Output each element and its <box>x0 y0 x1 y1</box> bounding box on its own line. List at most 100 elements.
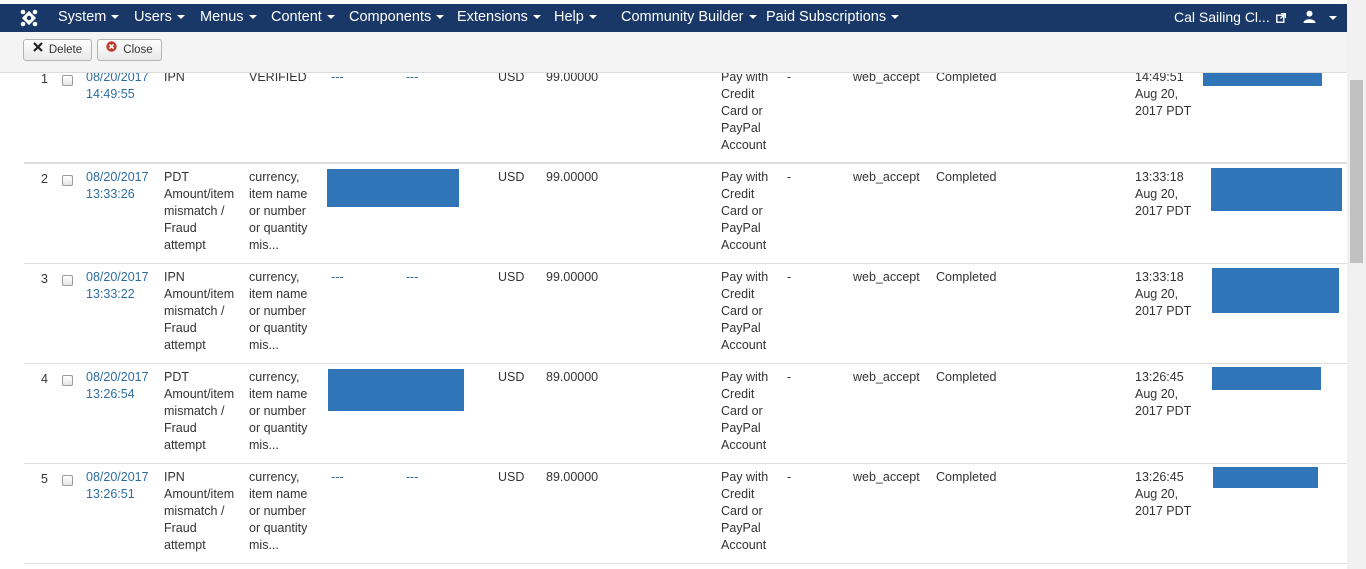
chevron-down-icon <box>111 15 120 20</box>
payment-line: PayPal <box>721 321 761 335</box>
row-message: currency, item name or number or quantit… <box>249 369 324 454</box>
date-line: 08/20/2017 <box>86 370 149 384</box>
type-line: PDT <box>164 370 189 384</box>
payer-email-link[interactable]: --- <box>406 469 419 486</box>
menu-system-label: System <box>58 9 107 25</box>
time-line: Aug 20, <box>1135 187 1179 201</box>
delete-button[interactable]: Delete <box>23 39 92 61</box>
payment-line: Credit <box>721 287 755 301</box>
time-line: Aug 20, <box>1135 487 1179 501</box>
redacted-block <box>1211 168 1342 211</box>
delete-x-icon <box>33 39 43 59</box>
type-line: IPN <box>164 470 185 484</box>
menu-components[interactable]: Components <box>349 4 445 32</box>
time-line: 2017 PDT <box>1135 504 1192 518</box>
row-status: Completed <box>936 470 997 484</box>
time-line: 13:33:26 <box>86 187 135 201</box>
message-line: mis... <box>249 438 279 452</box>
user-menu-chevron-down-icon[interactable] <box>1329 16 1337 20</box>
main-menu-bar: System Users Menus Content Components Ex… <box>0 4 1347 32</box>
row-payment-time: 13:33:18 Aug 20, 2017 PDT <box>1135 269 1191 320</box>
payer-email-link[interactable]: --- <box>406 269 419 286</box>
menu-users-label: Users <box>134 9 172 25</box>
menu-content[interactable]: Content <box>271 4 335 32</box>
row-date-link[interactable]: 08/20/2017 13:33:22 <box>86 269 149 303</box>
time-line: 13:26:54 <box>86 387 135 401</box>
row-payment-method: Pay with Credit Card or PayPal Account <box>721 469 781 554</box>
site-link[interactable]: Cal Sailing Cl... <box>1174 4 1286 32</box>
type-line: attempt <box>164 438 206 452</box>
menu-paid-subscriptions[interactable]: Paid Subscriptions <box>766 4 900 32</box>
chevron-down-icon <box>891 15 900 20</box>
payer-name-link[interactable]: --- <box>331 269 344 286</box>
joomla-logo-icon[interactable] <box>20 9 40 27</box>
row-checkbox[interactable] <box>62 475 73 486</box>
toolbar: Delete Close <box>0 32 1347 73</box>
row-status: Completed <box>936 170 997 184</box>
payment-log-table: 1 08/20/2017 14:49:55 IPN VERIFIED --- -… <box>0 73 1347 569</box>
date-line: 08/20/2017 <box>86 270 149 284</box>
payment-line: Pay with <box>721 170 769 184</box>
close-button[interactable]: Close <box>97 39 162 61</box>
menu-paid-subscriptions-label: Paid Subscriptions <box>766 9 887 25</box>
row-message: currency, item name or number or quantit… <box>249 269 324 354</box>
menu-extensions[interactable]: Extensions <box>457 4 541 32</box>
row-number: 2 <box>41 172 48 186</box>
time-line: 13:26:45 <box>1135 370 1184 384</box>
chevron-down-icon <box>248 15 257 20</box>
time-line: 13:26:51 <box>86 487 135 501</box>
row-checkbox[interactable] <box>62 275 73 286</box>
message-line: mis... <box>249 238 279 252</box>
payment-line: Pay with <box>721 470 769 484</box>
redacted-block <box>1213 467 1318 488</box>
time-line: 2017 PDT <box>1135 304 1192 318</box>
date-line: 08/20/2017 <box>86 470 149 484</box>
payment-line: Pay with <box>721 370 769 384</box>
row-checkbox[interactable] <box>62 375 73 386</box>
payment-line: Credit <box>721 187 755 201</box>
chevron-down-icon <box>748 15 757 20</box>
type-line: Amount/item <box>164 487 235 501</box>
message-line: currency, <box>249 470 300 484</box>
menu-community-builder[interactable]: Community Builder <box>621 4 757 32</box>
external-link-icon <box>1275 5 1286 31</box>
chevron-down-icon <box>532 15 541 20</box>
row-status: Completed <box>936 270 997 284</box>
menu-users[interactable]: Users <box>134 4 185 32</box>
payer-name-link[interactable]: --- <box>331 469 344 486</box>
scrollbar-thumb[interactable] <box>1350 80 1363 263</box>
vertical-scrollbar[interactable] <box>1347 0 1366 569</box>
row-date-link[interactable]: 08/20/2017 13:33:26 <box>86 169 149 203</box>
redacted-block <box>1212 268 1339 313</box>
row-payment-time: 13:26:45 Aug 20, 2017 PDT <box>1135 369 1191 420</box>
row-date-link[interactable]: 08/20/2017 13:26:54 <box>86 369 149 403</box>
menu-help[interactable]: Help <box>554 4 597 32</box>
time-line: 13:33:18 <box>1135 170 1184 184</box>
message-line: or quantity <box>249 221 308 235</box>
redacted-block <box>327 169 459 207</box>
type-line: Fraud <box>164 421 197 435</box>
menu-extensions-label: Extensions <box>457 9 528 25</box>
message-line: item name <box>249 387 308 401</box>
row-date-link[interactable]: 08/20/2017 13:26:51 <box>86 469 149 503</box>
row-checkbox[interactable] <box>62 175 73 186</box>
type-line: mismatch / <box>164 304 225 318</box>
row-currency: USD <box>498 170 525 184</box>
payment-line: Account <box>721 438 767 452</box>
type-line: attempt <box>164 538 206 552</box>
type-line: attempt <box>164 338 206 352</box>
type-line: mismatch / <box>164 204 225 218</box>
row-payment-time: 13:26:45 Aug 20, 2017 PDT <box>1135 469 1191 520</box>
user-icon[interactable] <box>1303 10 1316 26</box>
redacted-block <box>328 369 464 411</box>
close-circle-icon <box>106 39 117 59</box>
message-line: or quantity <box>249 421 308 435</box>
type-line: mismatch / <box>164 504 225 518</box>
menu-menus[interactable]: Menus <box>200 4 257 32</box>
row-hyphen: - <box>787 470 792 484</box>
row-hyphen: - <box>787 170 792 184</box>
menu-system[interactable]: System <box>58 4 120 32</box>
delete-button-label: Delete <box>48 44 83 56</box>
site-link-label: Cal Sailing Cl... <box>1174 9 1270 25</box>
row-number: 3 <box>41 272 48 286</box>
